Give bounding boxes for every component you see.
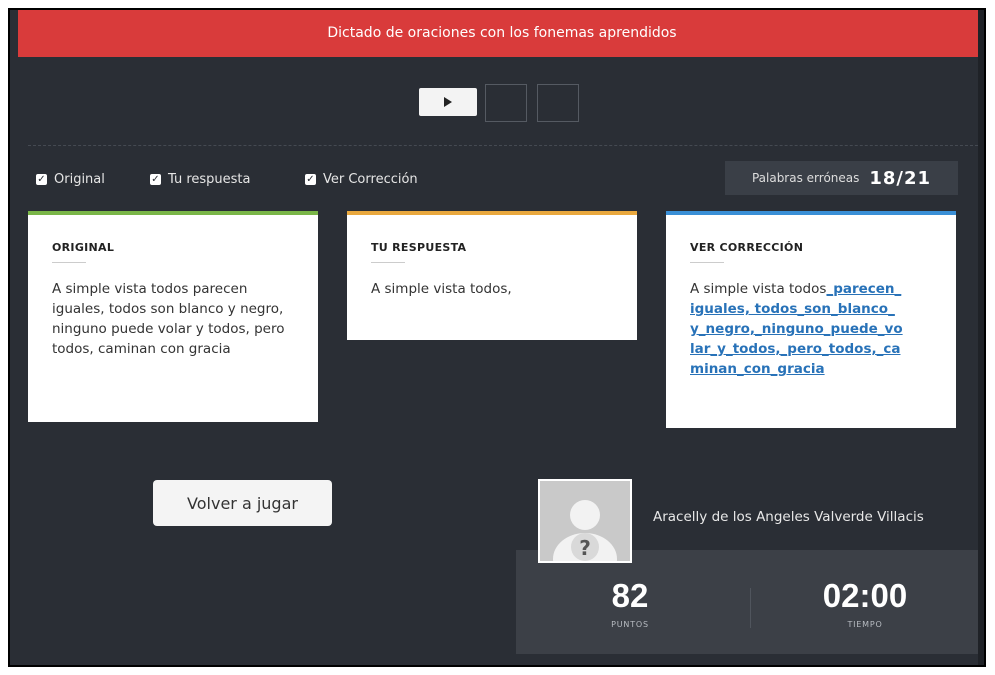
checkbox-checked-icon: ✓ bbox=[150, 174, 161, 185]
card-title-underline bbox=[52, 262, 86, 263]
toggle-original-label: Original bbox=[54, 172, 105, 187]
audio-slot-1[interactable] bbox=[485, 84, 527, 122]
answer-card-title: TU RESPUESTA bbox=[371, 241, 467, 254]
correction-card-text: A simple vista todos_parecen_ iguales, t… bbox=[690, 279, 932, 379]
card-title-underline bbox=[371, 262, 405, 263]
points-stat: 82 PUNTOS bbox=[580, 577, 680, 630]
correction-card-title: VER CORRECCIÓN bbox=[690, 241, 804, 254]
time-stat: 02:00 TIEMPO bbox=[810, 577, 920, 630]
title-banner: Dictado de oraciones con los fonemas apr… bbox=[18, 10, 984, 57]
points-value: 82 bbox=[611, 577, 649, 614]
original-card-title: ORIGINAL bbox=[52, 241, 115, 254]
answer-card: TU RESPUESTA A simple vista todos, bbox=[347, 211, 637, 340]
correction-word: lar_y_todos,_pero_todos,_ca bbox=[690, 341, 901, 357]
points-label: PUNTOS bbox=[611, 620, 649, 629]
error-counter-label: Palabras erróneas bbox=[751, 171, 860, 185]
time-label: TIEMPO bbox=[847, 620, 883, 629]
correction-plain-text: A simple vista todos bbox=[690, 281, 827, 297]
replay-button[interactable]: Volver a jugar bbox=[153, 480, 332, 526]
toggle-answer-label: Tu respuesta bbox=[168, 172, 251, 187]
checkbox-checked-icon: ✓ bbox=[36, 174, 47, 185]
original-card-text: A simple vista todos parecen iguales, to… bbox=[52, 281, 285, 357]
user-name: Aracelly de los Angeles Valverde Villaci… bbox=[653, 509, 924, 525]
answer-card-text: A simple vista todos, bbox=[371, 281, 512, 297]
app-frame: Dictado de oraciones con los fonemas apr… bbox=[8, 8, 986, 667]
checkbox-checked-icon: ✓ bbox=[305, 174, 316, 185]
play-button[interactable] bbox=[419, 88, 477, 116]
svg-text:?: ? bbox=[579, 536, 591, 560]
stats-divider bbox=[750, 588, 751, 628]
scrollbar[interactable] bbox=[978, 10, 984, 665]
toggle-original[interactable]: ✓ Original bbox=[36, 172, 105, 187]
page-title: Dictado de oraciones con los fonemas apr… bbox=[327, 25, 677, 41]
correction-word: iguales, todos_son_blanco_ bbox=[690, 301, 895, 317]
toggle-correction[interactable]: ✓ Ver Corrección bbox=[305, 172, 418, 187]
correction-word: y_negro,_ninguno_puede_vo bbox=[690, 321, 903, 337]
error-counter: Palabras erróneas 18/21 bbox=[725, 161, 958, 195]
divider bbox=[28, 145, 978, 146]
toggle-answer[interactable]: ✓ Tu respuesta bbox=[150, 172, 251, 187]
correction-word: minan_con_gracia bbox=[690, 361, 825, 377]
unknown-user-icon: ? bbox=[540, 481, 630, 561]
error-counter-value: 18/21 bbox=[869, 167, 932, 189]
correction-word: _parecen_ bbox=[826, 281, 902, 297]
original-card: ORIGINAL A simple vista todos parecen ig… bbox=[28, 211, 318, 422]
time-value: 02:00 bbox=[822, 577, 908, 614]
toggle-correction-label: Ver Corrección bbox=[323, 172, 418, 187]
correction-card: VER CORRECCIÓN A simple vista todos_pare… bbox=[666, 211, 956, 428]
card-title-underline bbox=[690, 262, 724, 263]
avatar: ? bbox=[538, 479, 632, 563]
play-icon bbox=[444, 97, 452, 107]
audio-slot-2[interactable] bbox=[537, 84, 579, 122]
